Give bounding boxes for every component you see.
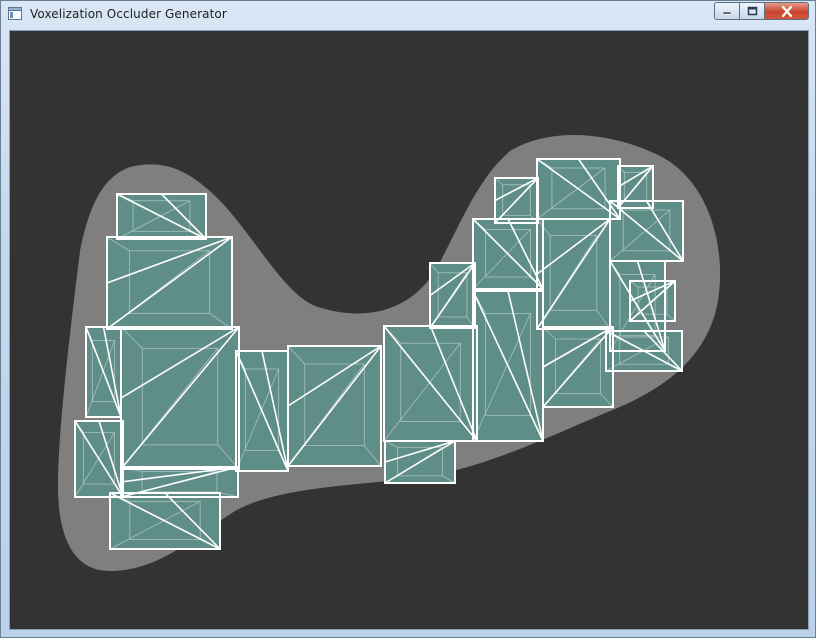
- render-viewport[interactable]: [9, 30, 809, 630]
- close-button[interactable]: [765, 2, 809, 20]
- maximize-icon: [747, 6, 757, 16]
- app-icon: [8, 7, 22, 20]
- title-bar[interactable]: Voxelization Occluder Generator: [1, 1, 815, 29]
- window-controls: [714, 2, 809, 22]
- minimize-button[interactable]: [714, 2, 740, 20]
- minimize-icon: [722, 11, 732, 15]
- close-icon: [781, 5, 792, 17]
- occluder-boxes: [75, 159, 683, 549]
- scene-canvas: [58, 134, 721, 571]
- window-title: Voxelization Occluder Generator: [30, 7, 227, 21]
- maximize-button[interactable]: [740, 2, 765, 20]
- app-window: Voxelization Occluder Generator: [0, 0, 816, 638]
